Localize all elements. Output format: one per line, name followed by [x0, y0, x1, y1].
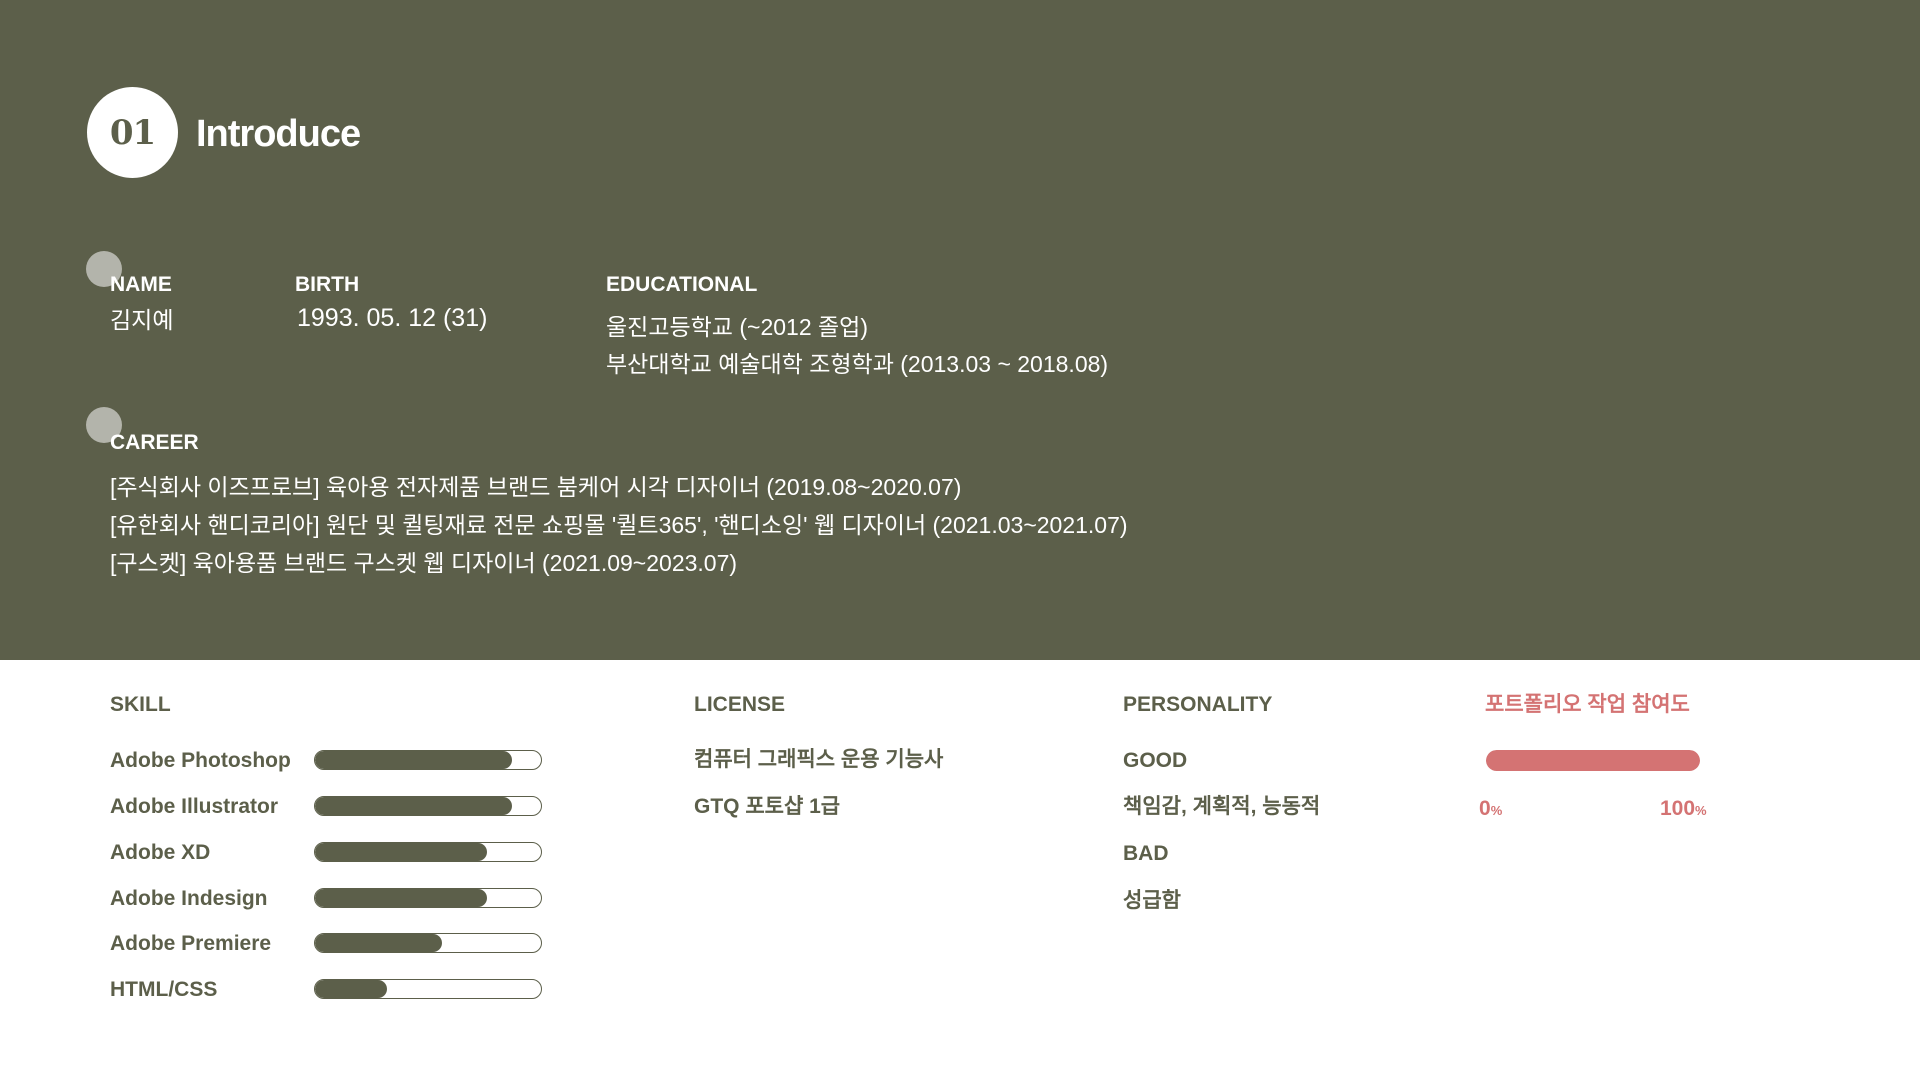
participation-bar-fill	[1486, 750, 1700, 771]
education-line: 부산대학교 예술대학 조형학과 (2013.03 ~ 2018.08)	[606, 351, 1109, 377]
skill-name: Adobe Illustrator	[110, 795, 279, 818]
section-title: Introduce	[196, 113, 361, 155]
skill-bar	[314, 842, 542, 862]
participation-bar	[1486, 750, 1700, 771]
license-item: GTQ 포토샵 1급	[694, 795, 841, 818]
skill-bar	[314, 888, 542, 908]
participation-max-value: 100	[1660, 797, 1696, 820]
skill-bar-fill	[315, 843, 487, 861]
personality-label: PERSONALITY	[1123, 693, 1273, 716]
skill-label: SKILL	[110, 693, 171, 716]
skill-name: Adobe Indesign	[110, 887, 268, 910]
birth-value: 1993. 05. 12 (31)	[297, 304, 488, 332]
name-label: NAME	[110, 273, 172, 296]
bad-label: BAD	[1123, 842, 1169, 865]
birth-label: BIRTH	[295, 273, 360, 296]
skill-bar-fill	[315, 980, 388, 998]
skill-bar-fill	[315, 751, 512, 769]
participation-max-unit: %	[1695, 803, 1707, 818]
skill-bar	[314, 796, 542, 816]
section-number-badge: 01	[87, 87, 178, 178]
career-label: CAREER	[110, 431, 199, 454]
name-value: 김지예	[110, 307, 174, 333]
good-label: GOOD	[1123, 749, 1188, 772]
participation-min: 0%	[1479, 796, 1502, 824]
skill-name: HTML/CSS	[110, 978, 218, 1001]
bad-value: 성급함	[1123, 889, 1181, 912]
education-label: EDUCATIONAL	[606, 273, 758, 296]
good-value: 책임감, 계획적, 능동적	[1123, 795, 1321, 818]
career-line: [구스켓] 육아용품 브랜드 구스켓 웹 디자이너 (2021.09~2023.…	[110, 550, 738, 576]
participation-max: 100%	[1660, 796, 1707, 824]
participation-min-value: 0	[1479, 797, 1491, 820]
license-label: LICENSE	[694, 693, 786, 716]
skill-bar-fill	[315, 797, 512, 815]
career-line: [주식회사 이즈프로브] 육아용 전자제품 브랜드 붐케어 시각 디자이너 (2…	[110, 474, 962, 500]
skill-bar	[314, 750, 542, 770]
skill-name: Adobe Photoshop	[110, 749, 291, 772]
participation-min-unit: %	[1490, 803, 1503, 818]
skill-bar-fill	[315, 934, 442, 952]
section-number: 01	[109, 112, 156, 153]
skill-bar-fill	[315, 889, 487, 907]
header-panel: 01 Introduce NAME 김지예 BIRTH 1993. 05. 12…	[0, 0, 1920, 660]
skill-bar	[314, 979, 542, 999]
participation-label: 포트폴리오 작업 참여도	[1485, 693, 1690, 716]
skill-name: Adobe Premiere	[110, 932, 272, 955]
skill-name: Adobe XD	[110, 841, 211, 864]
career-line: [유한회사 핸디코리아] 원단 및 퀼팅재료 전문 쇼핑몰 '퀼트365', '…	[110, 512, 1128, 538]
skill-bar	[314, 933, 542, 953]
license-item: 컴퓨터 그래픽스 운용 기능사	[694, 748, 944, 771]
education-line: 울진고등학교 (~2012 졸업)	[606, 314, 868, 340]
